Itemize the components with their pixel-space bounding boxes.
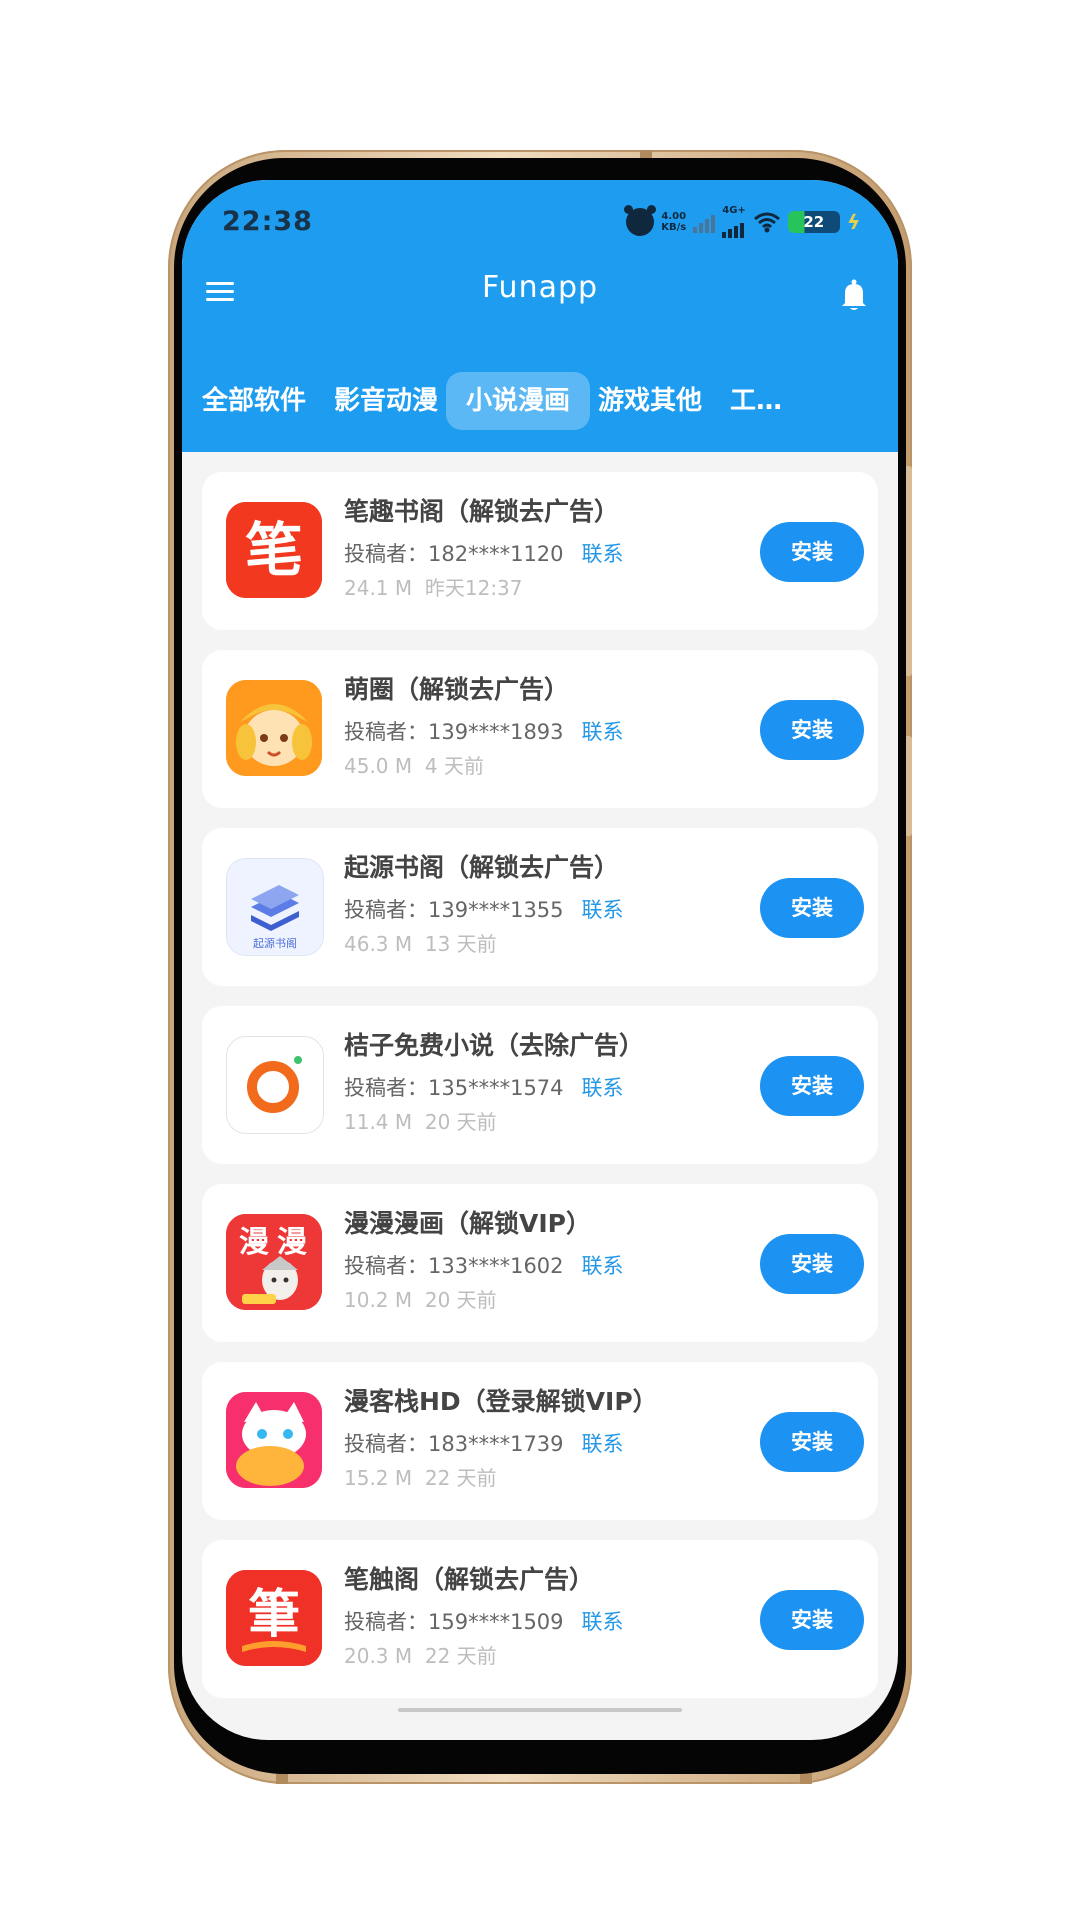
size-time: 10.2 M 20 天前 xyxy=(344,1288,497,1312)
tab-video-anime[interactable]: 影音动漫 xyxy=(314,372,458,430)
app-card[interactable]: 桔子免费小说（去除广告） 投稿者：135****1574 联系 11.4 M 20… xyxy=(202,1006,878,1164)
bell-icon[interactable] xyxy=(838,278,870,312)
app-icon-mankezhan: HD xyxy=(226,1392,322,1488)
app-card[interactable]: 萌圈（解锁去广告） 投稿者：139****1893 联系 45.0 M 4 天前 … xyxy=(202,650,878,808)
tab-tools[interactable]: 工… xyxy=(710,372,802,430)
app-name: 萌圈（解锁去广告） xyxy=(344,675,570,704)
app-icon-manman: 漫 漫 xyxy=(226,1214,322,1310)
app-icon-mengquan xyxy=(226,680,322,776)
network-speed-value: 4.00 xyxy=(661,211,687,222)
tab-all-software[interactable]: 全部软件 xyxy=(182,372,326,430)
contact-link[interactable]: 联系 xyxy=(582,1432,624,1456)
app-card[interactable]: HD 漫客栈HD（登录解锁VIP） 投稿者：183****1739 联系 15.2… xyxy=(202,1362,878,1520)
contact-link[interactable]: 联系 xyxy=(582,720,624,744)
anime-face-icon xyxy=(226,680,322,776)
size-time: 15.2 M 22 天前 xyxy=(344,1466,497,1490)
wifi-icon xyxy=(753,212,780,233)
submitter-line: 投稿者：139****1893 联系 xyxy=(344,720,624,744)
app-card[interactable]: 笔 笔趣书阁（解锁去广告） 投稿者：182****1120 联系 24.1 M 昨… xyxy=(202,472,878,630)
contact-link[interactable]: 联系 xyxy=(582,1610,624,1634)
network-speed: 4.00 KB/s xyxy=(661,211,686,233)
battery-icon: 22 xyxy=(787,211,840,233)
app-icon-qiyuan: 起源书阁 xyxy=(226,858,324,956)
phone-screen: 22:38 4.00 KB/s 4G+ 22 ϟ Funapp 全部软件 影音动… xyxy=(182,180,898,1740)
size-time: 46.3 M 13 天前 xyxy=(344,932,497,956)
status-icons: 4.00 KB/s 4G+ 22 ϟ xyxy=(624,205,863,238)
bichuge-logo-icon: 筆 xyxy=(226,1570,322,1666)
install-button[interactable]: 安装 xyxy=(760,878,864,938)
network-speed-unit: KB/s xyxy=(661,222,687,233)
app-icon-bichuge: 筆 xyxy=(226,1570,322,1666)
home-indicator[interactable] xyxy=(398,1708,682,1712)
svg-text:HD: HD xyxy=(301,1472,319,1485)
status-time: 22:38 xyxy=(222,206,313,237)
install-button[interactable]: 安装 xyxy=(760,1412,864,1472)
size-time: 45.0 M 4 天前 xyxy=(344,754,484,778)
books-stack-icon: 起源书阁 xyxy=(227,859,323,955)
contact-link[interactable]: 联系 xyxy=(582,898,624,922)
tab-games-other[interactable]: 游戏其他 xyxy=(578,372,722,430)
svg-text:漫: 漫 xyxy=(239,1225,269,1260)
submitter-line: 投稿者：159****1509 联系 xyxy=(344,1610,624,1634)
app-card[interactable]: 筆 笔触阁（解锁去广告） 投稿者：159****1509 联系 20.3 M 22… xyxy=(202,1540,878,1698)
install-button[interactable]: 安装 xyxy=(760,1234,864,1294)
manman-logo-icon: 漫 漫 xyxy=(226,1214,322,1310)
biqu-logo-icon: 笔 xyxy=(226,502,322,598)
contact-link[interactable]: 联系 xyxy=(582,1254,624,1278)
submitter-line: 投稿者：135****1574 联系 xyxy=(344,1076,624,1100)
app-name: 笔触阁（解锁去广告） xyxy=(344,1565,595,1594)
install-button[interactable]: 安装 xyxy=(760,1056,864,1116)
cat-mascot-icon: HD xyxy=(226,1392,322,1488)
size-time: 24.1 M 昨天12:37 xyxy=(344,576,523,600)
app-name: 起源书阁（解锁去广告） xyxy=(344,853,620,882)
size-time: 11.4 M 20 天前 xyxy=(344,1110,497,1134)
install-button[interactable]: 安装 xyxy=(760,522,864,582)
orange-ring-icon xyxy=(227,1037,323,1133)
network-type: 4G+ xyxy=(722,205,746,216)
app-icon-juzi xyxy=(226,1036,324,1134)
svg-text:漫: 漫 xyxy=(277,1225,307,1260)
submitter-line: 投稿者：182****1120 联系 xyxy=(344,542,624,566)
submitter-line: 投稿者：183****1739 联系 xyxy=(344,1432,624,1456)
app-name: 笔趣书阁（解锁去广告） xyxy=(344,497,620,526)
app-header: 22:38 4.00 KB/s 4G+ 22 ϟ Funapp 全部软件 影音动… xyxy=(182,180,898,452)
submitter-line: 投稿者：133****1602 联系 xyxy=(344,1254,624,1278)
submitter-line: 投稿者：139****1355 联系 xyxy=(344,898,624,922)
signal-4g-icon: 4G+ xyxy=(722,206,746,238)
svg-text:筆: 筆 xyxy=(248,1584,300,1645)
signal-weak-icon xyxy=(693,211,716,233)
tab-novel-comic[interactable]: 小说漫画 xyxy=(446,372,591,430)
app-name: 漫漫漫画（解锁VIP） xyxy=(344,1209,591,1238)
contact-link[interactable]: 联系 xyxy=(582,542,624,566)
category-tabs: 全部软件 影音动漫 小说漫画 游戏其他 工… xyxy=(182,372,898,430)
app-name: 桔子免费小说（去除广告） xyxy=(344,1031,645,1060)
size-time: 20.3 M 22 天前 xyxy=(344,1644,497,1668)
install-button[interactable]: 安装 xyxy=(760,700,864,760)
install-button[interactable]: 安装 xyxy=(760,1590,864,1650)
contact-link[interactable]: 联系 xyxy=(582,1076,624,1100)
app-card[interactable]: 起源书阁 起源书阁（解锁去广告） 投稿者：139****1355 联系 46.3 … xyxy=(202,828,878,986)
alarm-icon xyxy=(624,205,657,236)
svg-text:起源书阁: 起源书阁 xyxy=(253,936,297,950)
svg-text:笔: 笔 xyxy=(245,516,303,584)
app-icon-biqu: 笔 xyxy=(226,502,322,598)
app-title: Funapp xyxy=(481,270,599,305)
charging-bolt-icon: ϟ xyxy=(844,210,863,234)
app-card[interactable]: 漫 漫 漫漫漫画（解锁VIP） 投稿者：133****1602 联系 10.2 M… xyxy=(202,1184,878,1342)
app-name: 漫客栈HD（登录解锁VIP） xyxy=(344,1387,658,1416)
